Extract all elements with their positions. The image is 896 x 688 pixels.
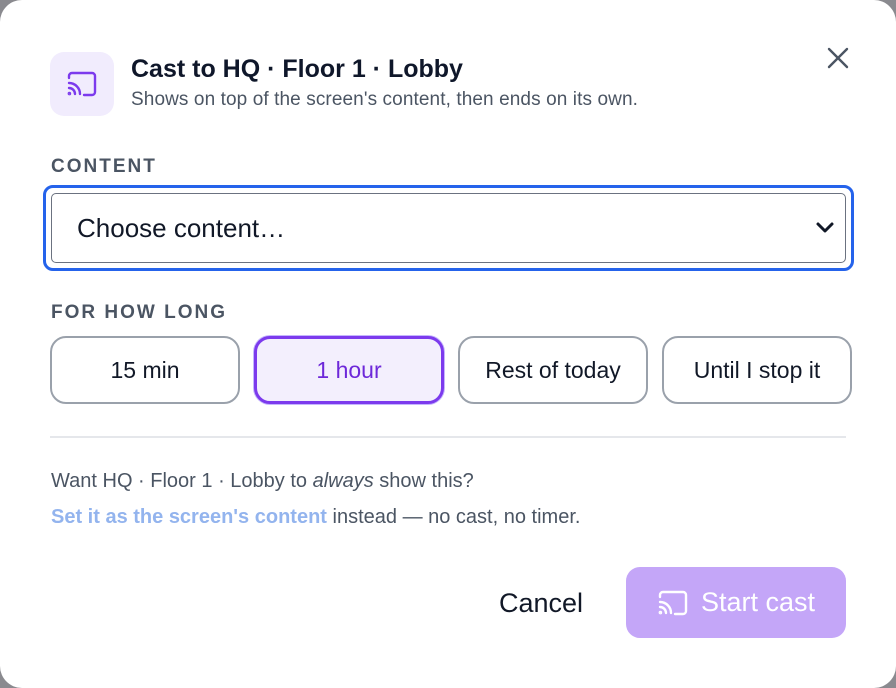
content-select-focus-ring: Choose content… bbox=[43, 185, 854, 271]
start-cast-button[interactable]: Start cast bbox=[626, 567, 846, 638]
content-select[interactable]: Choose content… bbox=[51, 193, 846, 263]
duration-label: FOR HOW LONG bbox=[51, 302, 227, 323]
set-content-hint: Set it as the screen's content instead —… bbox=[51, 505, 580, 529]
duration-option-until-i-stop-it[interactable]: Until I stop it bbox=[662, 336, 852, 404]
close-icon bbox=[827, 47, 849, 69]
cast-icon bbox=[658, 590, 688, 615]
always-show-question: Want HQ · Floor 1 · Lobby to always show… bbox=[51, 469, 474, 493]
note-emphasis: always bbox=[312, 470, 374, 492]
start-cast-label: Start cast bbox=[700, 587, 816, 617]
title-block: Cast to HQ · Floor 1 · Lobby Shows on to… bbox=[131, 54, 638, 112]
note-text: show this? bbox=[373, 470, 474, 492]
cast-dialog: Cast to HQ · Floor 1 · Lobby Shows on to… bbox=[0, 0, 896, 688]
dialog-subtitle: Shows on top of the screen's content, th… bbox=[131, 89, 639, 110]
cancel-button[interactable]: Cancel bbox=[478, 568, 604, 638]
chevron-down-icon bbox=[816, 222, 834, 233]
dialog-title: Cast to HQ · Floor 1 · Lobby bbox=[131, 55, 463, 83]
note-text: Want HQ · Floor 1 · Lobby to bbox=[51, 470, 313, 492]
duration-option-1-hour[interactable]: 1 hour bbox=[254, 336, 444, 404]
content-select-value: Choose content… bbox=[77, 212, 286, 243]
dialog-header: Cast to HQ · Floor 1 · Lobby Shows on to… bbox=[50, 52, 856, 116]
content-label: CONTENT bbox=[51, 156, 157, 177]
set-screen-content-link[interactable]: Set it as the screen's content bbox=[51, 506, 327, 528]
duration-options: 15 min 1 hour Rest of today Until I stop… bbox=[50, 336, 852, 404]
divider bbox=[50, 436, 846, 438]
note-text: instead — no cast, no timer. bbox=[326, 506, 581, 528]
cast-icon bbox=[50, 52, 114, 116]
duration-option-15-min[interactable]: 15 min bbox=[50, 336, 240, 404]
duration-option-rest-of-today[interactable]: Rest of today bbox=[458, 336, 648, 404]
close-button[interactable] bbox=[824, 44, 852, 72]
